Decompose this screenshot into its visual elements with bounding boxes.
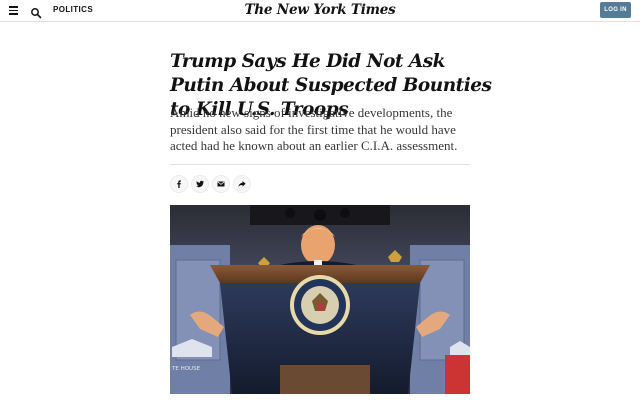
article-summary: Amid no new signs of investigative devel… — [170, 105, 458, 153]
top-navigation-bar: POLITICS The New York Times LOG IN — [0, 0, 640, 22]
divider — [170, 164, 470, 165]
share-more-button[interactable] — [233, 175, 251, 193]
svg-text:TE HOUSE: TE HOUSE — [171, 366, 201, 372]
twitter-icon — [196, 180, 204, 188]
masthead-text[interactable]: The New York Times — [244, 2, 395, 18]
email-icon — [217, 181, 225, 187]
share-arrow-icon — [238, 181, 246, 187]
login-button[interactable]: LOG IN — [600, 2, 631, 18]
share-facebook-button[interactable] — [170, 175, 188, 193]
share-twitter-button[interactable] — [191, 175, 209, 193]
share-email-button[interactable] — [212, 175, 230, 193]
facebook-icon — [177, 180, 181, 188]
masthead-logo[interactable]: The New York Times — [0, 2, 640, 18]
article-lead-photo: TE HOUSE — [170, 205, 470, 394]
